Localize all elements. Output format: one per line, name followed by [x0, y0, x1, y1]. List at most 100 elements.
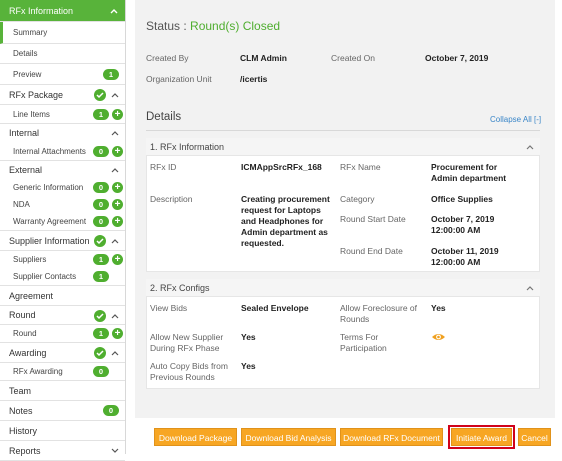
terms-label-line-2: Participation	[340, 343, 387, 353]
view-bids-value: Sealed Envelope	[241, 303, 309, 313]
sidebar-round[interactable]: Round	[0, 306, 125, 325]
nda-count-badge: 0	[93, 199, 109, 210]
chevron-up-icon[interactable]	[110, 311, 120, 321]
rfx-id-label: RFx ID	[150, 162, 177, 172]
description-value-line-5: requested.	[241, 238, 284, 248]
chevron-up-icon[interactable]	[110, 348, 120, 358]
warranty-agreement-count-badge: 0	[93, 216, 109, 227]
sidebar-internal[interactable]: Internal	[0, 124, 125, 142]
allow-foreclosure-label-line-1: Allow Foreclosure of	[340, 303, 418, 313]
chevron-up-icon[interactable]	[525, 142, 535, 152]
sidebar-item-generic-information[interactable]: Generic Information 0 +	[0, 179, 125, 196]
sidebar-team[interactable]: Team	[0, 381, 125, 401]
sidebar-rfx-package[interactable]: RFx Package	[0, 85, 125, 105]
rfx-information-title: 1. RFx Information	[150, 142, 225, 152]
sidebar-external[interactable]: External	[0, 161, 125, 179]
sidebar-item-nda[interactable]: NDA 0 +	[0, 196, 125, 213]
sidebar-agreement[interactable]: Agreement	[0, 286, 125, 306]
rfx-configs-title: 2. RFx Configs	[150, 283, 210, 293]
category-value: Office Supplies	[431, 194, 493, 204]
sidebar-item-rfx-awarding[interactable]: RFx Awarding 0	[0, 363, 125, 381]
notes-count-badge: 0	[103, 405, 119, 416]
eye-icon[interactable]	[431, 332, 446, 342]
chevron-up-icon[interactable]	[110, 165, 120, 175]
round-end-date-value-line-2: 12:00:00 AM	[431, 257, 481, 267]
sidebar-label: Internal Attachments	[13, 146, 86, 156]
sidebar-label: Details	[13, 49, 38, 58]
line-items-count-badge: 1	[93, 109, 109, 120]
chevron-up-icon[interactable]	[110, 128, 120, 138]
sidebar-notes[interactable]: Notes 0	[0, 401, 125, 421]
cancel-button[interactable]: Cancel	[518, 428, 551, 446]
sidebar-item-line-items[interactable]: Line Items 1 +	[0, 105, 125, 124]
download-bid-analysis-button[interactable]: Download Bid Analysis	[241, 428, 336, 446]
sidebar-label: Agreement	[9, 290, 54, 301]
add-generic-information-icon[interactable]: +	[112, 182, 123, 193]
sidebar-item-supplier-contacts[interactable]: Supplier Contacts 1	[0, 268, 125, 286]
rfx-name-value-line-2: Admin department	[431, 173, 507, 183]
allow-foreclosure-label-line-2: Rounds	[340, 314, 370, 324]
sidebar-item-details[interactable]: Details	[0, 44, 125, 64]
sidebar-item-suppliers[interactable]: Suppliers 1 +	[0, 251, 125, 268]
add-nda-icon[interactable]: +	[112, 199, 123, 210]
chevron-up-icon[interactable]	[110, 90, 120, 100]
add-line-item-icon[interactable]: +	[112, 109, 123, 120]
sidebar-label: Warranty Agreement	[13, 217, 87, 226]
sidebar-item-internal-attachments[interactable]: Internal Attachments 0 +	[0, 142, 125, 161]
status-value: Round(s) Closed	[190, 19, 281, 33]
chevron-down-icon[interactable]	[110, 446, 120, 456]
round-end-date-value-line-1: October 11, 2019	[431, 246, 499, 256]
sidebar-label: NDA	[13, 200, 30, 209]
sidebar-label: RFx Package	[9, 89, 64, 100]
auto-copy-label-line-1: Auto Copy Bids from	[150, 361, 228, 371]
sidebar-label: Line Items	[13, 109, 50, 119]
chevron-up-icon[interactable]	[110, 236, 120, 246]
allow-new-supplier-value: Yes	[241, 332, 256, 342]
rfx-name-label: RFx Name	[340, 162, 381, 172]
add-warranty-agreement-icon[interactable]: +	[112, 216, 123, 227]
suppliers-count-badge: 1	[93, 254, 109, 265]
initiate-award-button[interactable]: Initiate Award	[451, 428, 512, 446]
round-count-badge: 1	[93, 328, 109, 339]
sidebar-label: Round	[13, 329, 37, 338]
description-value-line-1: Creating procurement	[241, 194, 330, 204]
view-bids-label: View Bids	[150, 303, 188, 313]
add-internal-attachment-icon[interactable]: +	[112, 146, 123, 157]
allow-new-supplier-label-line-1: Allow New Supplier	[150, 332, 224, 342]
sidebar-label: Notes	[9, 405, 33, 416]
sidebar-item-preview[interactable]: Preview 1	[0, 64, 125, 85]
organization-unit-label: Organization Unit	[146, 74, 212, 84]
auto-copy-value: Yes	[241, 361, 256, 371]
sidebar-label: External	[9, 165, 43, 175]
sidebar-item-warranty-agreement[interactable]: Warranty Agreement 0 +	[0, 213, 125, 231]
terms-label-line-1: Terms For	[340, 332, 379, 342]
chevron-up-icon[interactable]	[525, 283, 535, 293]
download-rfx-document-button[interactable]: Download RFx Document	[340, 428, 443, 446]
sidebar-reports[interactable]: Reports	[0, 441, 125, 461]
sidebar-item-summary[interactable]: Summary	[0, 22, 125, 44]
created-by-value: CLM Admin	[240, 53, 287, 63]
sidebar-item-round[interactable]: Round 1 +	[0, 325, 125, 343]
preview-count-badge: 1	[103, 69, 119, 80]
description-label: Description	[150, 194, 193, 204]
download-package-button[interactable]: Download Package	[154, 428, 237, 446]
description-value-line-4: Admin department as	[241, 227, 328, 237]
allow-foreclosure-value: Yes	[431, 303, 446, 313]
sidebar-label: Reports	[9, 445, 41, 456]
add-supplier-icon[interactable]: +	[112, 254, 123, 265]
created-by-label: Created By	[146, 53, 189, 63]
add-round-icon[interactable]: +	[112, 328, 123, 339]
check-icon	[94, 347, 106, 359]
chevron-up-icon[interactable]	[109, 6, 119, 16]
sidebar-supplier-information[interactable]: Supplier Information	[0, 231, 125, 251]
sidebar-label: RFx Awarding	[13, 367, 63, 376]
round-start-date-value-line-2: 12:00:00 AM	[431, 225, 481, 235]
round-end-date-label: Round End Date	[340, 246, 403, 256]
check-icon	[94, 310, 106, 322]
sidebar-awarding[interactable]: Awarding	[0, 343, 125, 363]
details-title: Details	[146, 111, 182, 123]
sidebar: RFx Information Summary Details Preview …	[0, 0, 126, 461]
collapse-all-link[interactable]: Collapse All [-]	[490, 115, 541, 124]
sidebar-history[interactable]: History	[0, 421, 125, 441]
sidebar-rfx-information[interactable]: RFx Information	[0, 0, 125, 22]
